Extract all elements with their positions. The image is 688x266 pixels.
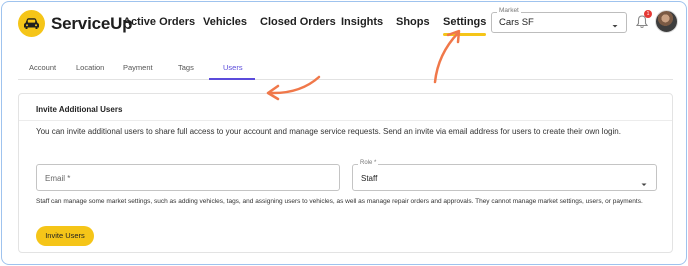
role-helper-text: Staff can manage some market settings, s… [36,198,643,205]
card-title: Invite Additional Users [36,105,123,114]
tab-tags[interactable]: Tags [178,63,194,72]
app-window: ServiceUp Active Orders Vehicles Closed … [1,1,687,265]
nav-shops[interactable]: Shops [396,16,430,28]
email-field[interactable]: Email * [36,164,340,191]
market-select[interactable]: Market Cars SF [491,7,627,35]
invite-users-card: Invite Additional Users You can invite a… [18,93,673,253]
role-label: Role * [358,160,379,166]
caret-down-icon [640,175,648,193]
caret-down-icon [611,17,619,35]
market-value: Cars SF [499,17,534,28]
nav-active-orders[interactable]: Active Orders [123,16,195,28]
notification-count-badge: 1 [644,10,652,18]
nav-closed-orders[interactable]: Closed Orders [260,16,336,28]
invite-users-button[interactable]: Invite Users [36,226,94,246]
settings-tabs: Account Location Payment Tags Users [18,57,673,80]
market-label: Market [497,7,521,14]
user-avatar[interactable] [655,10,678,33]
nav-vehicles[interactable]: Vehicles [203,16,247,28]
email-placeholder: Email * [45,173,71,183]
nav-settings[interactable]: Settings [443,16,487,36]
top-header: ServiceUp Active Orders Vehicles Closed … [2,2,686,46]
app-name: ServiceUp [51,13,133,33]
card-divider [19,120,672,121]
car-icon [18,10,45,37]
active-tab-indicator [209,78,255,80]
invite-description: You can invite additional users to share… [36,127,621,136]
serviceup-logo[interactable]: ServiceUp [18,10,133,37]
tab-users[interactable]: Users [223,63,243,72]
notification-bell-icon[interactable]: 1 [635,10,652,30]
tab-location[interactable]: Location [76,63,104,72]
tab-account[interactable]: Account [29,63,56,72]
tab-payment[interactable]: Payment [123,63,153,72]
role-value: Staff [361,173,378,183]
nav-insights[interactable]: Insights [341,16,383,28]
role-select[interactable]: Role * Staff [352,160,657,193]
